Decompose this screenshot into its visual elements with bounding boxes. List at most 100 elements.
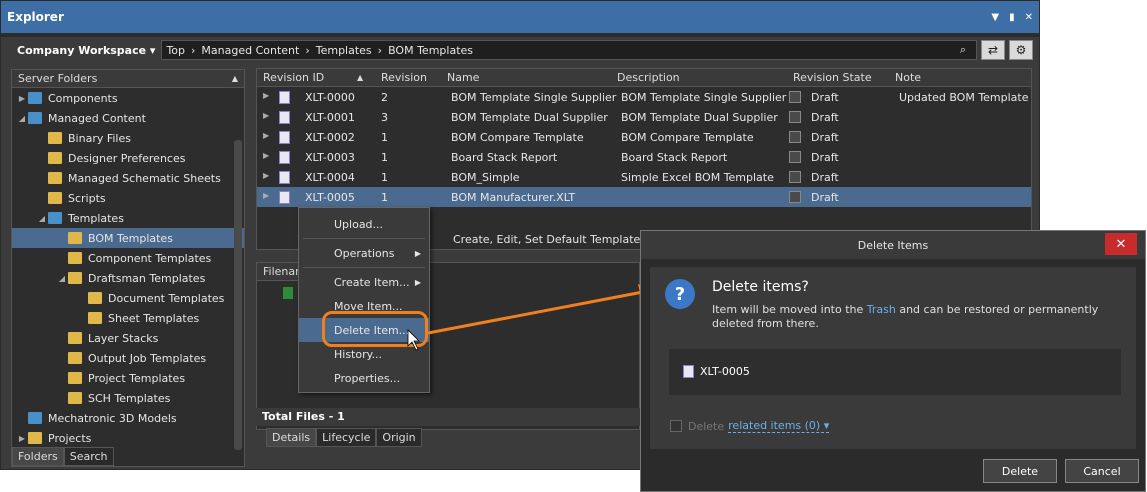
column-header[interactable]: Note (895, 71, 921, 84)
state-checkbox[interactable] (789, 111, 801, 123)
expand-arrow-icon[interactable]: ◢ (56, 274, 68, 283)
tree-item[interactable]: Component Templates (12, 248, 244, 268)
settings-button[interactable]: ⚙ (1009, 40, 1033, 60)
expand-arrow-icon[interactable]: ▶ (263, 171, 269, 180)
state-checkbox[interactable] (789, 171, 801, 183)
table-cell: Draft (811, 171, 839, 184)
document-icon (279, 151, 290, 164)
detail-tabs: Details Lifecycle Origin (266, 428, 422, 447)
table-row[interactable]: ▶ XLT-0003 1 Board Stack Report Board Stack … (257, 147, 1031, 167)
tree-item[interactable]: ▶ Components (12, 88, 244, 108)
tree-item[interactable]: SCH Templates (12, 388, 244, 408)
trash-link[interactable]: Trash (867, 303, 896, 316)
expand-arrow-icon[interactable]: ▶ (263, 111, 269, 120)
server-folders-panel: Server Folders ▲ ▶ Components ◢ Managed Cont… (11, 69, 245, 467)
expand-arrow-icon[interactable]: ▶ (263, 91, 269, 100)
folder-icon (28, 112, 42, 124)
expand-arrow-icon[interactable]: ◢ (16, 114, 28, 123)
table-row[interactable]: ▶ XLT-0004 1 BOM_Simple Simple Excel BOM Tem… (257, 167, 1031, 187)
table-cell: 1 (381, 131, 388, 144)
state-checkbox[interactable] (789, 191, 801, 203)
tree-item[interactable]: ◢ Templates (12, 208, 244, 228)
close-icon[interactable]: ✕ (1025, 12, 1033, 23)
tree-item[interactable]: ◢ Draftsman Templates (12, 268, 244, 288)
tab-origin[interactable]: Origin (376, 428, 422, 447)
tree-item[interactable]: Output Job Templates (12, 348, 244, 368)
table-row[interactable]: ▶ XLT-0001 3 BOM Template Dual Supplier BOM … (257, 107, 1031, 127)
expand-arrow-icon[interactable]: ◢ (36, 214, 48, 223)
state-checkbox[interactable] (789, 151, 801, 163)
pin-icon[interactable]: ▮ (1009, 12, 1015, 23)
expand-arrow-icon[interactable]: ▶ (263, 131, 269, 140)
delete-related-checkbox[interactable]: Delete related items (0) ▾ (670, 419, 830, 433)
table-row[interactable]: ▶ XLT-0005 1 BOM Manufacturer.XLT Draft (257, 187, 1031, 207)
left-tabs: Folders Search (12, 447, 114, 466)
table-cell: Updated BOM Template (899, 91, 1029, 104)
excel-file-icon[interactable] (283, 287, 293, 299)
path-bar: Company Workspace ▾ Top › Managed Content ›… (11, 39, 1033, 61)
tab-folders[interactable]: Folders (12, 447, 64, 466)
column-header[interactable]: Revision State (793, 71, 872, 84)
related-items-link[interactable]: related items (0) ▾ (728, 419, 830, 433)
table-row[interactable]: ▶ XLT-0002 1 BOM Compare Template BOM Compar… (257, 127, 1031, 147)
folder-icon (48, 212, 62, 224)
checkbox[interactable] (670, 420, 682, 432)
tree-item[interactable]: ◢ Managed Content (12, 108, 244, 128)
tree-item[interactable]: Designer Preferences (12, 148, 244, 168)
tab-lifecycle[interactable]: Lifecycle (316, 428, 377, 447)
sort-icon[interactable]: ▲ (232, 74, 238, 83)
expand-arrow-icon[interactable]: ▶ (263, 151, 269, 160)
table-cell: Board Stack Report (451, 151, 558, 164)
delete-button[interactable]: Delete (983, 459, 1057, 483)
tab-search[interactable]: Search (63, 447, 114, 466)
dropdown-icon[interactable]: ▼ (991, 12, 999, 23)
breadcrumb-item[interactable]: BOM Templates (388, 44, 473, 57)
document-icon (279, 171, 290, 184)
menu-item[interactable]: Upload... (299, 212, 429, 236)
refresh-icon: ⇄ (987, 43, 999, 57)
tree-item-label: BOM Templates (88, 231, 173, 245)
breadcrumb-item[interactable]: Managed Content (201, 44, 299, 57)
tree-item[interactable]: Binary Files (12, 128, 244, 148)
tree-item[interactable]: Project Templates (12, 368, 244, 388)
menu-item[interactable]: Create Item... ▶ (299, 270, 429, 294)
expand-arrow-icon[interactable]: ▶ (263, 191, 269, 200)
menu-item[interactable]: Properties... (299, 366, 429, 390)
tree-item[interactable]: Managed Schematic Sheets (12, 168, 244, 188)
folder-icon (28, 92, 42, 104)
state-checkbox[interactable] (789, 131, 801, 143)
tab-details[interactable]: Details (266, 428, 317, 447)
sort-icon[interactable]: ▲ (357, 73, 363, 82)
breadcrumb-item[interactable]: Templates (316, 44, 372, 57)
dialog-title: Delete Items (857, 238, 929, 252)
column-header[interactable]: Description (617, 71, 680, 84)
column-header[interactable]: Name (447, 71, 479, 84)
table-cell: BOM_Simple (451, 171, 520, 184)
tree-item[interactable]: Mechatronic 3D Models (12, 408, 244, 428)
breadcrumb[interactable]: Top › Managed Content › Templates › BOM Templa… (161, 40, 977, 60)
table-row[interactable]: ▶ XLT-0000 2 BOM Template Single Supplier BO… (257, 87, 1031, 107)
search-icon[interactable]: ⌕ (960, 43, 966, 57)
tree-scrollbar[interactable] (234, 140, 242, 450)
state-checkbox[interactable] (789, 91, 801, 103)
workspace-selector[interactable]: Company Workspace ▾ (11, 44, 161, 57)
column-header[interactable]: Revision (381, 71, 427, 84)
table-cell: XLT-0005 (305, 191, 355, 204)
menu-item[interactable]: Operations ▶ (299, 241, 429, 265)
cancel-button[interactable]: Cancel (1065, 459, 1139, 483)
tree-item[interactable]: Scripts (12, 188, 244, 208)
folder-icon (68, 252, 82, 264)
expand-arrow-icon[interactable]: ▶ (16, 434, 28, 443)
tree-item[interactable]: ▶ Projects (12, 428, 244, 448)
table-cell: Draft (811, 131, 839, 144)
tree-item[interactable]: Document Templates (12, 288, 244, 308)
breadcrumb-item[interactable]: Top (166, 44, 185, 57)
tree-item[interactable]: BOM Templates (12, 228, 244, 248)
expand-arrow-icon[interactable]: ▶ (16, 94, 28, 103)
tree-item[interactable]: Sheet Templates (12, 308, 244, 328)
tree-item[interactable]: Layer Stacks (12, 328, 244, 348)
dialog-close-button[interactable]: ✕ (1105, 233, 1137, 255)
table-cell: 3 (381, 111, 388, 124)
refresh-button[interactable]: ⇄ (981, 40, 1005, 60)
column-header[interactable]: Revision ID (263, 71, 324, 84)
